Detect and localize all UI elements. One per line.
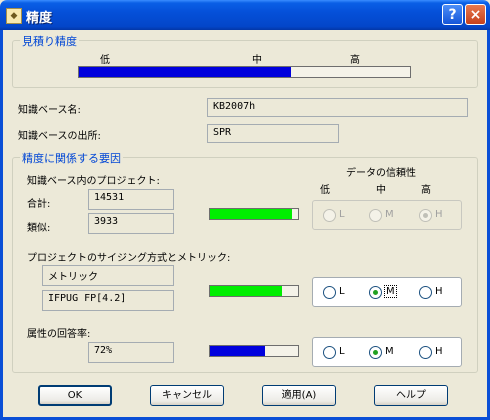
projects-reliability-bar [209, 208, 299, 220]
close-icon[interactable]: × [465, 4, 486, 25]
similar-label: 類似: [27, 223, 51, 234]
sizing-reliability-radiogroup: L M H [312, 277, 462, 307]
cancel-button[interactable]: キャンセル [150, 385, 224, 406]
total-label: 合計: [27, 199, 51, 210]
apply-button[interactable]: 適用(A) [262, 385, 336, 406]
estimate-accuracy-group [12, 40, 478, 88]
accuracy-bar [78, 66, 411, 78]
projects-reliability-bar-fill [210, 209, 292, 219]
accuracy-bar-fill [79, 67, 291, 77]
response-radio-h-label[interactable]: H [435, 346, 443, 357]
response-radio-h[interactable] [419, 346, 432, 359]
projects-radio-h-dot [423, 213, 428, 218]
window-title: 精度 [26, 11, 53, 26]
kb-source-field: SPR [207, 124, 339, 143]
projects-radio-h [419, 209, 432, 222]
app-icon: ◆ [6, 8, 22, 24]
sizing-radio-h-label[interactable]: H [435, 286, 443, 297]
response-reliability-bar [209, 345, 299, 357]
sizing-radio-m-label[interactable]: M [384, 285, 397, 298]
response-label: 属性の回答率: [27, 329, 91, 340]
response-radio-l[interactable] [323, 346, 336, 359]
sizing-radio-l-label[interactable]: L [339, 286, 345, 297]
sizing-reliability-bar-fill [210, 286, 283, 296]
projects-radio-l [323, 209, 336, 222]
help-button[interactable]: ヘルプ [374, 385, 448, 406]
reliability-low-label: 低 [320, 185, 330, 196]
sizing-metric-field: IFPUG FP[4.2] [42, 290, 174, 311]
accuracy-low-label: 低 [100, 55, 110, 66]
ok-button[interactable]: OK [38, 385, 112, 406]
reliability-mid-label: 中 [376, 185, 386, 196]
projects-radio-h-label: H [435, 209, 443, 220]
projects-label: 知識ベース内のプロジェクト: [27, 176, 160, 187]
response-reliability-bar-fill [210, 346, 265, 356]
projects-radio-l-label: L [339, 209, 345, 220]
sizing-method-field: メトリック [42, 265, 174, 286]
response-radio-l-label[interactable]: L [339, 346, 345, 357]
kb-source-label: 知識ベースの出所: [18, 131, 101, 142]
title-bar: ◆ 精度 ? × [0, 0, 490, 30]
projects-reliability-radiogroup: L M H [312, 200, 462, 230]
similar-field: 3933 [88, 213, 174, 234]
sizing-label: プロジェクトのサイジング方式とメトリック: [27, 253, 231, 264]
sizing-radio-m[interactable] [369, 286, 382, 299]
response-radio-m-label[interactable]: M [385, 346, 394, 357]
projects-radio-m [369, 209, 382, 222]
response-radio-m-dot [373, 350, 378, 355]
sizing-reliability-bar [209, 285, 299, 297]
sizing-radio-h[interactable] [419, 286, 432, 299]
help-icon[interactable]: ? [442, 4, 463, 25]
projects-radio-m-label: M [385, 209, 394, 220]
response-radio-m[interactable] [369, 346, 382, 359]
kb-name-label: 知識ベース名: [18, 105, 81, 116]
accuracy-factors-title: 精度に関係する要因 [20, 150, 123, 166]
response-field: 72% [88, 342, 174, 363]
response-reliability-radiogroup: L M H [312, 337, 462, 367]
sizing-radio-m-dot [373, 290, 378, 295]
kb-name-field: KB2007h [207, 98, 468, 117]
reliability-high-label: 高 [421, 185, 431, 196]
accuracy-mid-label: 中 [252, 55, 262, 66]
reliability-header: データの信頼性 [346, 168, 416, 179]
estimate-accuracy-title: 見積り精度 [20, 33, 79, 49]
total-field: 14531 [88, 189, 174, 210]
accuracy-high-label: 高 [350, 55, 360, 66]
sizing-radio-l[interactable] [323, 286, 336, 299]
